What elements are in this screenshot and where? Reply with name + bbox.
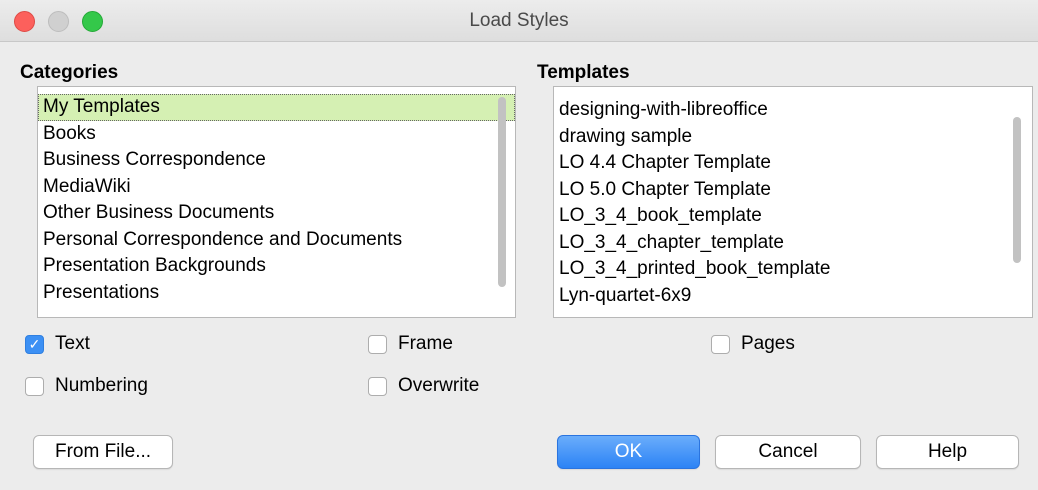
categories-listbox[interactable]: My Templates Books Business Correspondence… (37, 86, 516, 318)
category-item[interactable]: Presentation Backgrounds (38, 253, 515, 280)
text-checkbox[interactable]: ✓ (25, 334, 44, 354)
category-item[interactable]: Presentations (38, 280, 515, 307)
ok-button[interactable]: OK (557, 435, 700, 469)
template-item[interactable]: Lyn-quartet-6x9 (554, 283, 1032, 310)
numbering-checkbox[interactable] (25, 376, 44, 396)
window-title: Load Styles (469, 10, 569, 31)
frame-checkbox[interactable] (368, 334, 387, 354)
template-item[interactable]: LO_3_4_chapter_template (554, 230, 1032, 257)
category-item[interactable]: Books (38, 121, 515, 148)
numbering-label: Numbering (55, 375, 148, 396)
template-item[interactable]: designing-with-libreoffice (554, 97, 1032, 124)
template-item[interactable]: LO_3_4_book_template (554, 203, 1032, 230)
checkmark-icon: ✓ (28, 336, 41, 352)
categories-list: My Templates Books Business Correspondence… (38, 94, 515, 306)
template-item[interactable]: LO 4.4 Chapter Template (554, 150, 1032, 177)
categories-heading: Categories (20, 62, 119, 83)
templates-list: designing-with-libreoffice drawing sample… (554, 97, 1032, 309)
category-item[interactable]: Business Correspondence (38, 147, 515, 174)
help-button[interactable]: Help (876, 435, 1019, 469)
templates-heading: Templates (537, 62, 630, 83)
pages-checkbox[interactable] (711, 334, 730, 354)
frame-label: Frame (398, 333, 453, 354)
categories-scrollbar-thumb[interactable] (498, 97, 506, 287)
templates-listbox[interactable]: designing-with-libreoffice drawing sample… (553, 86, 1033, 318)
category-item[interactable]: MediaWiki (38, 174, 515, 201)
title-bar: Load Styles (0, 0, 1038, 42)
templates-scrollbar-thumb[interactable] (1013, 117, 1021, 263)
text-option[interactable]: ✓ Text (25, 333, 90, 355)
template-item[interactable]: LO 5.0 Chapter Template (554, 177, 1032, 204)
pages-option[interactable]: Pages (711, 333, 795, 355)
from-file-button[interactable]: From File... (33, 435, 173, 469)
overwrite-checkbox[interactable] (368, 376, 387, 396)
overwrite-label: Overwrite (398, 375, 480, 396)
text-label: Text (55, 333, 90, 354)
template-item[interactable]: LO_3_4_printed_book_template (554, 256, 1032, 283)
frame-option[interactable]: Frame (368, 333, 453, 355)
cancel-button[interactable]: Cancel (715, 435, 861, 469)
template-item[interactable]: drawing sample (554, 124, 1032, 151)
category-item[interactable]: Personal Correspondence and Documents (38, 227, 515, 254)
numbering-option[interactable]: Numbering (25, 375, 148, 397)
category-item[interactable]: My Templates (38, 94, 515, 121)
category-item[interactable]: Other Business Documents (38, 200, 515, 227)
overwrite-option[interactable]: Overwrite (368, 375, 479, 397)
pages-label: Pages (741, 333, 795, 354)
